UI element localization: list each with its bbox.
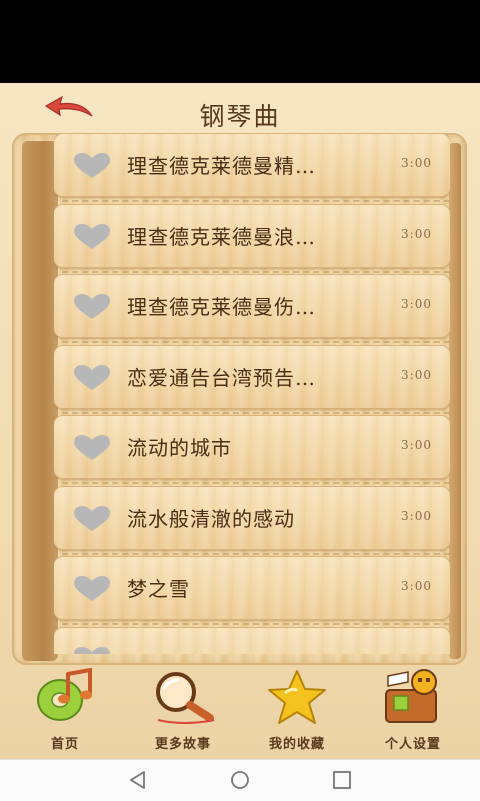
row-divider (54, 341, 450, 343)
heart-icon[interactable] (72, 152, 112, 180)
song-list[interactable]: 理查德克莱德曼精… 3:00 理查德克莱德曼浪… 3:00 理查德克莱德曼伤… … (54, 134, 450, 654)
settings-character-icon (385, 669, 437, 723)
row-divider (54, 482, 450, 484)
list-item[interactable]: 梦之雪 3:00 (54, 557, 450, 625)
song-duration: 3:00 (401, 368, 432, 382)
page-title: 钢琴曲 (199, 102, 281, 131)
song-duration: 3:00 (401, 227, 432, 241)
list-item[interactable]: 流水般清澈的感动 3:00 (54, 487, 450, 555)
tab-label: 我的收藏 (268, 737, 325, 752)
tab-more-stories[interactable]: 更多故事 (128, 668, 238, 759)
song-title: 理查德克莱德曼浪… (127, 225, 316, 249)
tab-favorites[interactable]: 我的收藏 (242, 668, 352, 759)
nav-home-icon[interactable] (228, 768, 252, 792)
frame-side-bar (22, 141, 58, 661)
list-item[interactable]: 恋爱通告台湾预告… 3:00 (54, 346, 450, 414)
heart-icon[interactable] (72, 434, 112, 462)
song-duration: 3:00 (401, 509, 432, 523)
row-divider (54, 623, 450, 625)
song-duration: 3:00 (401, 438, 432, 452)
app-screen: 钢琴曲 理查德克莱德曼精… 3:00 理查德克莱德曼浪… 3:00 理查德克莱德… (0, 83, 480, 759)
list-item[interactable] (54, 628, 450, 654)
heart-icon[interactable] (72, 223, 112, 251)
frame-side-bar-right (449, 143, 461, 659)
star-icon (268, 670, 326, 724)
song-duration: 3:00 (401, 297, 432, 311)
song-title: 流动的城市 (127, 436, 232, 460)
tab-label: 首页 (50, 737, 79, 752)
song-title: 理查德克莱德曼伤… (127, 295, 316, 319)
heart-icon[interactable] (72, 505, 112, 533)
magnifier-icon (156, 672, 215, 724)
system-navigation-bar (0, 759, 480, 801)
heart-icon[interactable] (72, 575, 112, 603)
nav-back-icon[interactable] (126, 768, 150, 792)
song-title: 流水般清澈的感动 (127, 507, 295, 531)
list-item[interactable]: 流动的城市 3:00 (54, 416, 450, 484)
heart-icon[interactable] (72, 364, 112, 392)
header: 钢琴曲 (0, 83, 480, 133)
heart-icon[interactable] (72, 646, 112, 654)
tab-settings[interactable]: 个人设置 (358, 668, 468, 759)
row-divider (54, 412, 450, 414)
home-music-icon (37, 668, 92, 721)
nav-recents-icon[interactable] (330, 768, 354, 792)
row-divider (54, 200, 450, 202)
heart-icon[interactable] (72, 293, 112, 321)
song-title: 梦之雪 (127, 577, 190, 601)
list-item[interactable]: 理查德克莱德曼精… 3:00 (54, 134, 450, 202)
tab-label: 更多故事 (154, 737, 211, 752)
song-title: 理查德克莱德曼精… (127, 154, 316, 178)
bottom-tab-bar: 首页 更多故事 我的收藏 个人设置 (0, 668, 480, 759)
tab-home[interactable]: 首页 (10, 668, 120, 759)
song-duration: 3:00 (401, 156, 432, 170)
tab-label: 个人设置 (384, 737, 441, 752)
song-duration: 3:00 (401, 579, 432, 593)
row-divider (54, 271, 450, 273)
list-item[interactable]: 理查德克莱德曼浪… 3:00 (54, 205, 450, 273)
song-title: 恋爱通告台湾预告… (127, 366, 316, 390)
list-item[interactable]: 理查德克莱德曼伤… 3:00 (54, 275, 450, 343)
row-divider (54, 553, 450, 555)
status-bar (0, 0, 480, 83)
